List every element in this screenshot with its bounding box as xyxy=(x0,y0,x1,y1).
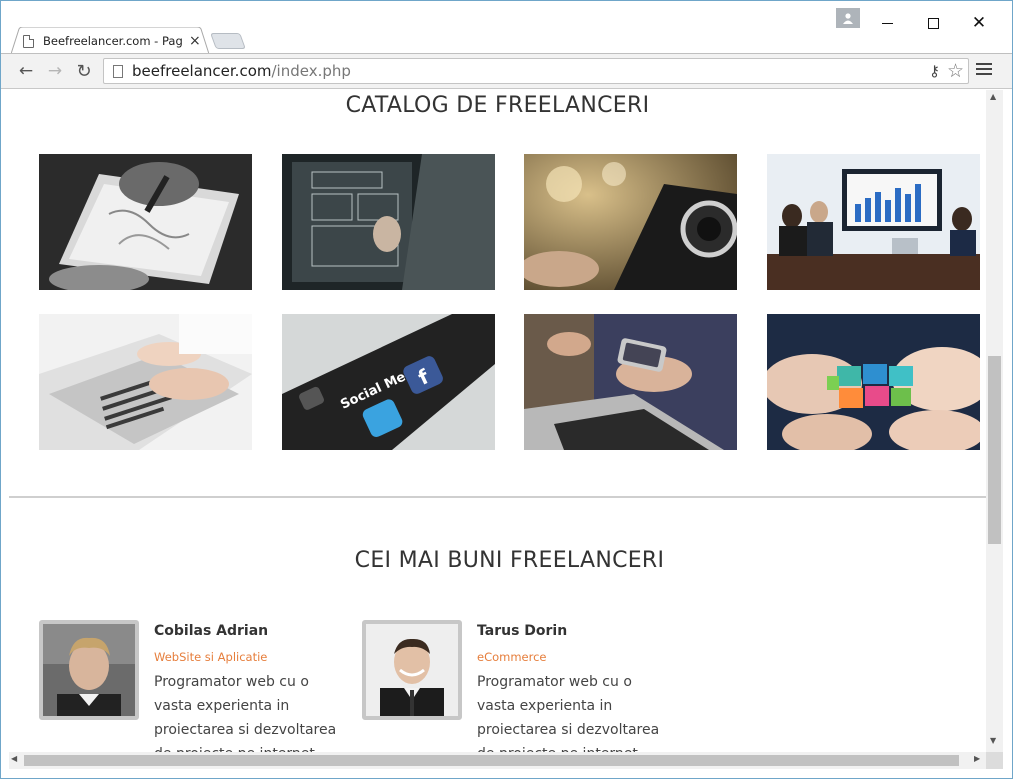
window-bottom-frame xyxy=(1,769,1012,778)
scrollbar-corner xyxy=(986,752,1003,769)
camera-photographer-image[interactable] xyxy=(524,154,737,290)
best-freelancers-title: CEI MAI BUNI FREELANCERI xyxy=(354,548,665,573)
freelancer-card[interactable]: Cobilas Adrian WebSite si Aplicatie Prog… xyxy=(39,620,339,752)
maximize-icon xyxy=(927,17,939,29)
browser-toolbar: ← → ↻ beefreelancer.com/index.php ⚷ ☆ xyxy=(1,53,1012,89)
freelancer-description: Programator web cu o vasta experienta in… xyxy=(477,674,660,752)
maximize-button[interactable] xyxy=(913,9,953,37)
puzzle-hands-image[interactable] xyxy=(767,314,980,450)
minimize-button[interactable] xyxy=(867,9,907,37)
scroll-down-icon[interactable]: ▼ xyxy=(990,736,996,745)
scroll-up-icon[interactable]: ▲ xyxy=(990,92,996,101)
avatar[interactable] xyxy=(39,620,139,720)
title-bar: Beefreelancer.com - Pagina × ✕ xyxy=(1,1,1012,54)
browser-window: Beefreelancer.com - Pagina × ✕ ← → ↻ bee… xyxy=(0,0,1013,779)
vertical-scroll-thumb[interactable] xyxy=(988,356,1001,544)
social-media-image[interactable]: Social Media f xyxy=(282,314,495,450)
wireframe-sketch-image[interactable] xyxy=(282,154,495,290)
horizontal-scroll-thumb[interactable] xyxy=(24,755,959,766)
url-domain: beefreelancer.com xyxy=(132,62,272,80)
scroll-right-icon[interactable]: ▶ xyxy=(974,754,980,763)
freelancer-category[interactable]: eCommerce xyxy=(477,650,547,664)
freelancer-name[interactable]: Cobilas Adrian xyxy=(154,623,268,639)
page-viewport: CATALOG DE FREELANCERI Social Media f CE… xyxy=(9,90,986,752)
scroll-left-icon[interactable]: ◀ xyxy=(11,754,17,763)
back-arrow-icon[interactable]: ← xyxy=(14,60,38,82)
smartphone-laptop-image[interactable] xyxy=(524,314,737,450)
tab-title: Beefreelancer.com - Pagina xyxy=(43,34,183,48)
avatar[interactable] xyxy=(362,620,462,720)
freelancer-description: Programator web cu o vasta experienta in… xyxy=(154,674,337,752)
page-icon xyxy=(23,34,34,48)
page-icon xyxy=(113,64,123,78)
address-bar[interactable]: beefreelancer.com/index.php ⚷ ☆ xyxy=(103,58,969,84)
reload-icon[interactable]: ↻ xyxy=(72,60,96,82)
url-path: /index.php xyxy=(271,62,351,80)
freelancer-name[interactable]: Tarus Dorin xyxy=(477,623,567,639)
close-window-button[interactable]: ✕ xyxy=(959,9,999,37)
freelancer-category[interactable]: WebSite si Aplicatie xyxy=(154,650,267,664)
laptop-typing-image[interactable] xyxy=(39,314,252,450)
section-divider xyxy=(9,496,986,498)
drawing-tablet-image[interactable] xyxy=(39,154,252,290)
tab-content[interactable]: Beefreelancer.com - Pagina × xyxy=(19,29,201,53)
url-text[interactable]: beefreelancer.com/index.php xyxy=(132,62,351,80)
profile-icon[interactable] xyxy=(836,8,860,28)
tab-close-icon[interactable]: × xyxy=(189,34,201,48)
horizontal-scrollbar[interactable]: ◀ ▶ xyxy=(9,752,986,769)
bookmark-star-icon[interactable]: ☆ xyxy=(947,60,964,82)
menu-icon[interactable] xyxy=(976,63,992,79)
new-tab-button[interactable] xyxy=(210,33,246,49)
catalog-title: CATALOG DE FREELANCERI xyxy=(345,93,650,118)
forward-arrow-icon[interactable]: → xyxy=(43,60,67,82)
business-meeting-image[interactable] xyxy=(767,154,980,290)
freelancer-card[interactable]: Tarus Dorin eCommerce Programator web cu… xyxy=(362,620,662,752)
key-icon[interactable]: ⚷ xyxy=(929,62,940,80)
vertical-scrollbar[interactable]: ▲ ▼ xyxy=(986,90,1003,752)
minimize-icon xyxy=(881,22,893,24)
